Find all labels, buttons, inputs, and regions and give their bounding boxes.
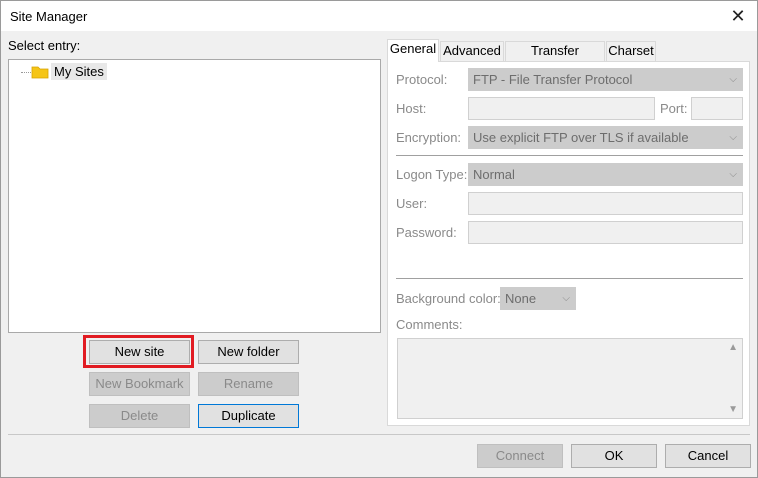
logon-type-label: Logon Type: bbox=[396, 167, 468, 182]
chevron-down-icon: ⌵ bbox=[562, 293, 570, 304]
tab-transfer-settings[interactable]: Transfer Settings bbox=[505, 41, 605, 76]
background-color-select[interactable]: None ⌵ bbox=[500, 287, 576, 310]
ok-button[interactable]: OK bbox=[571, 444, 657, 468]
delete-button[interactable]: Delete bbox=[89, 404, 190, 428]
logon-type-select[interactable]: Normal ⌵ bbox=[468, 163, 743, 186]
host-label: Host: bbox=[396, 101, 427, 116]
divider bbox=[396, 155, 743, 156]
encryption-value: Use explicit FTP over TLS if available bbox=[473, 130, 689, 145]
site-tree[interactable]: My Sites bbox=[8, 59, 381, 333]
encryption-select[interactable]: Use explicit FTP over TLS if available ⌵ bbox=[468, 126, 743, 149]
chevron-down-icon: ⌵ bbox=[729, 74, 737, 85]
title-bar: Site Manager ✕ bbox=[1, 1, 757, 31]
site-manager-window: Site Manager ✕ Select entry: My Sites Ne… bbox=[0, 0, 758, 478]
chevron-down-icon: ⌵ bbox=[729, 169, 737, 180]
scroll-down-icon[interactable]: ▼ bbox=[728, 404, 738, 415]
comments-textarea[interactable]: ▲ ▼ bbox=[397, 338, 743, 419]
divider bbox=[396, 278, 743, 279]
user-label: User: bbox=[396, 196, 428, 211]
tab-charset[interactable]: Charset bbox=[606, 41, 656, 61]
select-entry-label: Select entry: bbox=[8, 38, 81, 53]
rename-button[interactable]: Rename bbox=[198, 372, 299, 396]
scroll-up-icon[interactable]: ▲ bbox=[728, 342, 738, 353]
close-icon[interactable]: ✕ bbox=[725, 4, 751, 28]
host-input[interactable] bbox=[468, 97, 655, 120]
duplicate-button[interactable]: Duplicate bbox=[198, 404, 299, 428]
protocol-value: FTP - File Transfer Protocol bbox=[473, 72, 633, 87]
tree-item-label: My Sites bbox=[51, 63, 107, 80]
general-panel: Protocol: FTP - File Transfer Protocol ⌵… bbox=[387, 61, 750, 426]
cancel-button[interactable]: Cancel bbox=[665, 444, 751, 468]
tab-advanced[interactable]: Advanced bbox=[440, 41, 504, 61]
port-label: Port: bbox=[660, 101, 688, 116]
new-bookmark-button[interactable]: New Bookmark bbox=[89, 372, 190, 396]
encryption-label: Encryption: bbox=[396, 130, 462, 145]
footer-divider bbox=[8, 434, 750, 435]
connect-button[interactable]: Connect bbox=[477, 444, 563, 468]
chevron-down-icon: ⌵ bbox=[729, 132, 737, 143]
user-input[interactable] bbox=[468, 192, 743, 215]
comments-label: Comments: bbox=[396, 317, 463, 332]
protocol-label: Protocol: bbox=[396, 72, 448, 87]
folder-icon bbox=[31, 66, 49, 79]
password-label: Password: bbox=[396, 225, 457, 240]
password-input[interactable] bbox=[468, 221, 743, 244]
tab-general[interactable]: General bbox=[387, 39, 439, 62]
protocol-select[interactable]: FTP - File Transfer Protocol ⌵ bbox=[468, 68, 743, 91]
background-color-value: None bbox=[505, 291, 537, 306]
new-folder-button[interactable]: New folder bbox=[198, 340, 299, 364]
port-input[interactable] bbox=[691, 97, 743, 120]
logon-type-value: Normal bbox=[473, 167, 515, 182]
highlight-box bbox=[83, 335, 194, 368]
window-title: Site Manager bbox=[10, 9, 88, 24]
background-color-label: Background color: bbox=[396, 291, 501, 306]
